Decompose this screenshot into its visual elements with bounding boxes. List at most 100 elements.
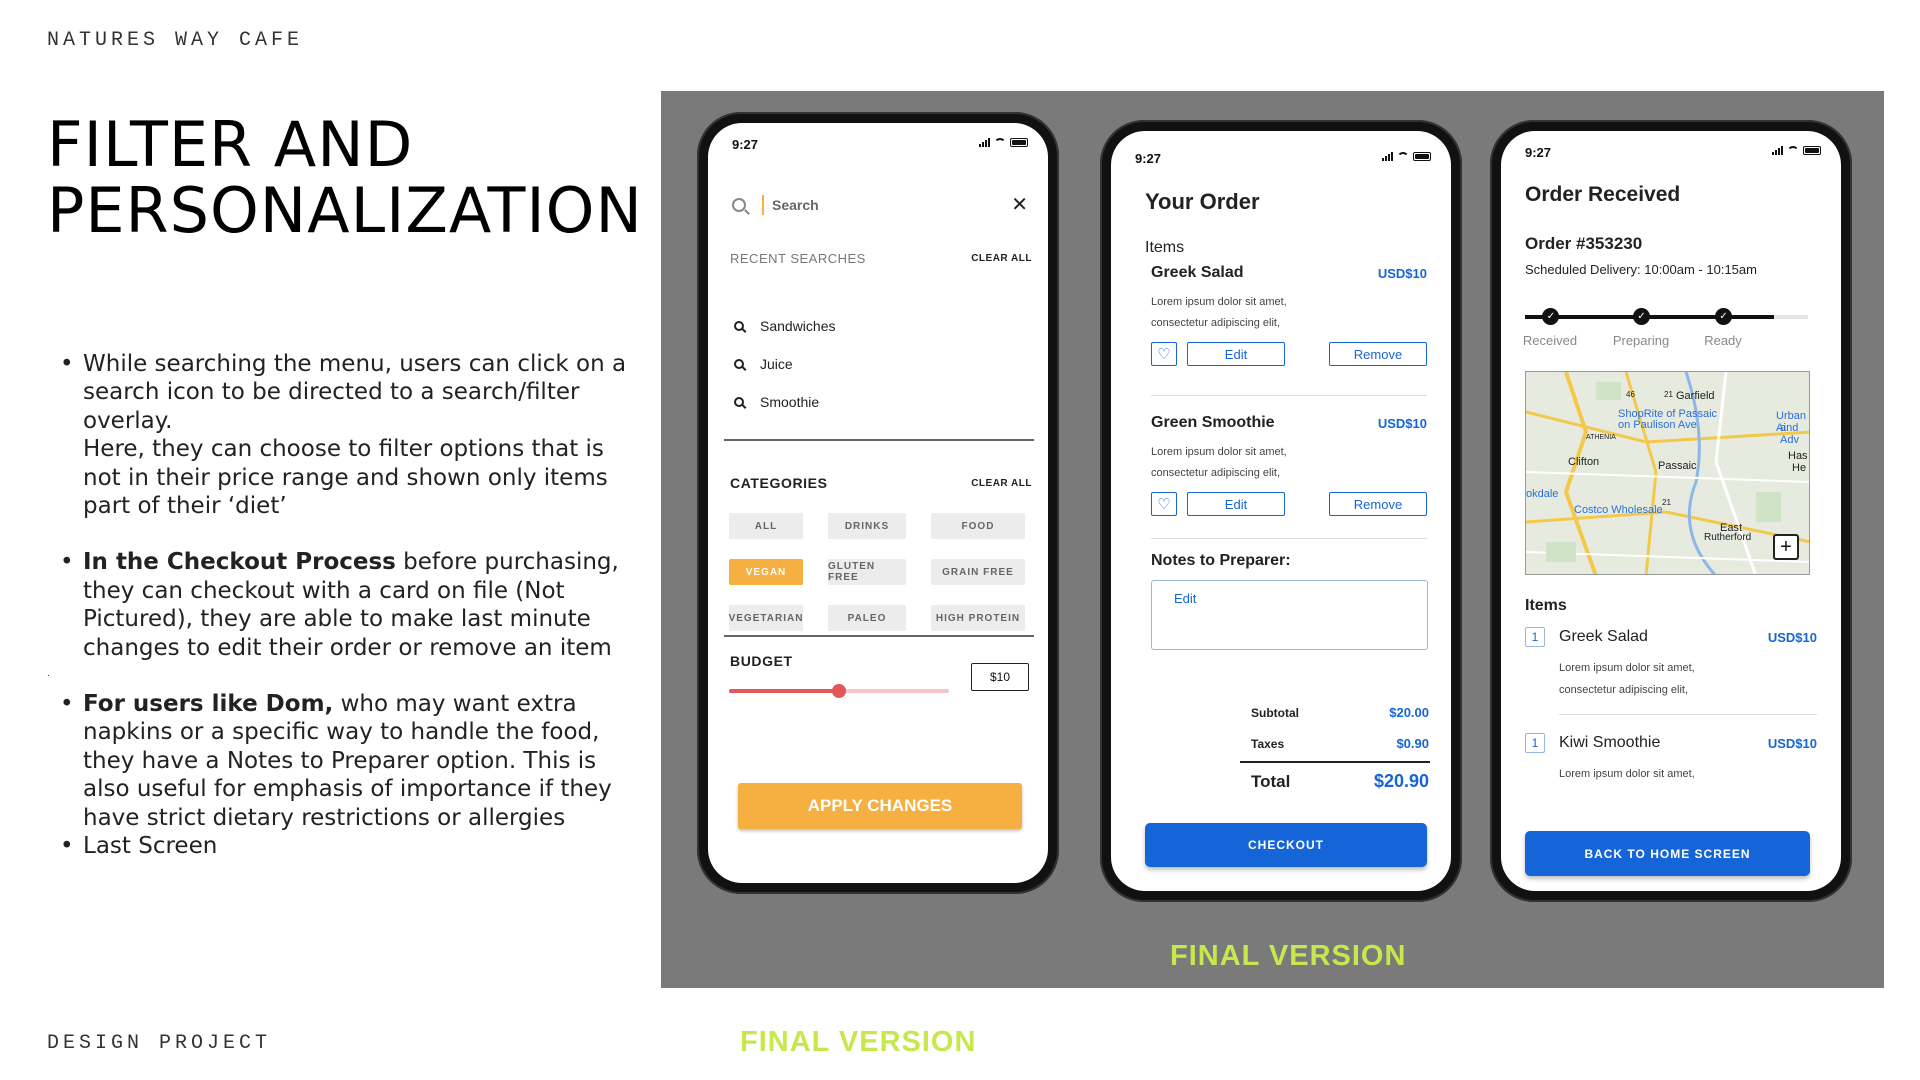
item-divider: [1151, 395, 1427, 396]
clear-categories-button[interactable]: CLEAR ALL: [971, 478, 1032, 489]
budget-title: BUDGET: [730, 653, 793, 669]
bullet-bold: For users like Dom,: [83, 691, 334, 718]
received-screen: 9:27 Order Received Order #353230 Schedu…: [1501, 131, 1841, 891]
panel-caption: FINAL VERSION: [1170, 940, 1407, 972]
total-label: Total: [1251, 771, 1291, 791]
bullet-text: they can checkout with a card on file (N…: [83, 577, 565, 604]
bullet-text: overlay.: [83, 407, 173, 434]
notes-label: Notes to Preparer:: [1151, 552, 1291, 569]
taxes-label: Taxes: [1251, 736, 1285, 751]
search-icon: [734, 359, 744, 369]
checkout-button[interactable]: CHECKOUT: [1145, 823, 1427, 867]
notes-field[interactable]: Edit: [1151, 580, 1428, 650]
bullet-notes: For users like Dom, who may want extra n…: [60, 690, 660, 832]
item-desc-line: consectetur adipiscing elit,: [1559, 684, 1689, 696]
chip-paleo[interactable]: PALEO: [828, 605, 906, 631]
item-name: Greek Salad: [1559, 628, 1648, 645]
check-icon: ✓: [1715, 308, 1733, 325]
item-description: Lorem ipsum dolor sit amet,: [1559, 763, 1749, 785]
budget-value-field[interactable]: $10: [971, 663, 1029, 691]
bullet-bold: In the Checkout Process: [83, 549, 396, 576]
heart-icon[interactable]: ♡: [1151, 342, 1177, 366]
step-received: Received: [1522, 333, 1578, 348]
bullet-last-screen: Last Screen: [60, 832, 660, 861]
signal-icon: [979, 137, 990, 147]
clear-recent-button[interactable]: CLEAR ALL: [971, 253, 1032, 264]
brand-name: NATURES WAY CAFE: [47, 29, 304, 52]
bullet-checkout: In the Checkout Process before purchasin…: [60, 548, 660, 662]
chip-vegetarian[interactable]: VEGETARIAN: [729, 605, 803, 631]
item-divider: [1151, 538, 1427, 539]
search-icon: [734, 397, 744, 407]
battery-icon: [1413, 151, 1431, 161]
item-desc-line: Lorem ipsum dolor sit amet,: [1151, 446, 1287, 458]
recent-searches-header: RECENT SEARCHES CLEAR ALL: [730, 251, 1032, 266]
bullet-text: In the Checkout Process before purchasin…: [83, 548, 660, 576]
received-title: Order Received: [1525, 183, 1681, 206]
footer-label: DESIGN PROJECT: [47, 1032, 272, 1055]
search-input[interactable]: Search: [772, 197, 819, 213]
close-icon[interactable]: ✕: [1011, 195, 1028, 215]
map-label: Clifton: [1568, 456, 1600, 468]
edit-button[interactable]: Edit: [1187, 492, 1285, 516]
bullet-rest: who may want extra: [333, 691, 577, 718]
chip-high-protein[interactable]: HIGH PROTEIN: [931, 605, 1025, 631]
recent-search-item[interactable]: Sandwiches: [734, 307, 836, 345]
chip-grain-free[interactable]: GRAIN FREE: [931, 559, 1025, 585]
remove-button[interactable]: Remove: [1329, 342, 1427, 366]
back-to-home-button[interactable]: BACK TO HOME SCREEN: [1525, 831, 1810, 876]
search-bar[interactable]: Search ✕: [732, 193, 1028, 217]
section-divider: [724, 635, 1034, 637]
text-cursor: [762, 195, 764, 215]
bullet-text: not in their price range and shown only …: [83, 464, 608, 491]
bullet-text: For users like Dom, who may want extra: [83, 690, 660, 718]
wifi-icon: [994, 137, 1006, 147]
check-icon: ✓: [1633, 308, 1651, 325]
total-row: Total $20.90: [1251, 771, 1429, 792]
bullet-rest: before purchasing,: [395, 549, 619, 576]
final-version-caption: FINAL VERSION: [740, 1026, 977, 1058]
chip-all[interactable]: ALL: [729, 513, 803, 539]
received-item: 1 Kiwi Smoothie USD$10 Lorem ipsum dolor s…: [1525, 733, 1817, 785]
search-screen: 9:27 Search ✕ RECENT SEARCHES CLEAR ALL …: [708, 123, 1048, 883]
recent-search-label: Smoothie: [760, 394, 820, 410]
chip-vegan[interactable]: VEGAN: [729, 559, 803, 585]
bullet-text: also useful for emphasis of importance i…: [83, 776, 612, 803]
budget-slider[interactable]: [729, 684, 949, 698]
map-label: Rutherford: [1704, 532, 1752, 543]
status-icons: [1382, 151, 1431, 161]
search-icon: [732, 198, 746, 212]
chip-gluten-free[interactable]: GLUTEN FREE: [828, 559, 906, 585]
chip-drinks[interactable]: DRINKS: [828, 513, 906, 539]
item-name: Green Smoothie: [1151, 414, 1275, 431]
remove-button[interactable]: Remove: [1329, 492, 1427, 516]
phone-search-filter: 9:27 Search ✕ RECENT SEARCHES CLEAR ALL …: [697, 112, 1059, 894]
received-item: 1 Greek Salad USD$10 Lorem ipsum dolor sit…: [1525, 627, 1817, 701]
apply-changes-button[interactable]: APPLY CHANGES: [738, 783, 1022, 829]
phone-your-order: 9:27 Your Order Items Greek Salad USD$10 …: [1100, 120, 1462, 902]
title-line-1: FILTER AND: [47, 108, 414, 181]
edit-button[interactable]: Edit: [1187, 342, 1285, 366]
bullet-text: Pictured), they are able to make last mi…: [83, 606, 591, 633]
budget-slider-handle[interactable]: [832, 684, 846, 698]
bullet-text: part of their ‘diet’: [83, 493, 287, 520]
map-label: Costco Wholesale: [1574, 504, 1663, 516]
order-number: Order #353230: [1525, 234, 1643, 253]
map-label: on Paulison Ave: [1618, 419, 1697, 431]
check-icon: ✓: [1542, 308, 1560, 325]
delivery-map[interactable]: 46 21 Garfield ShopRite of Passaic on Pa…: [1525, 371, 1810, 575]
map-label: Garfield: [1676, 390, 1715, 402]
total-value: $20.90: [1373, 771, 1429, 791]
zoom-in-icon[interactable]: +: [1773, 534, 1799, 560]
phone-order-received: 9:27 Order Received Order #353230 Schedu…: [1490, 120, 1852, 902]
recent-search-item[interactable]: Juice: [734, 345, 836, 383]
item-desc-line: consectetur adipiscing elit,: [1151, 467, 1281, 479]
description-list: While searching the menu, users can clic…: [60, 350, 660, 861]
heart-icon[interactable]: ♡: [1151, 492, 1177, 516]
wifi-icon: [1397, 151, 1409, 161]
quantity-box: 1: [1525, 627, 1545, 647]
map-label: Passaic: [1658, 460, 1697, 472]
order-title: Your Order: [1145, 189, 1260, 214]
chip-food[interactable]: FOOD: [931, 513, 1025, 539]
recent-search-item[interactable]: Smoothie: [734, 383, 836, 421]
